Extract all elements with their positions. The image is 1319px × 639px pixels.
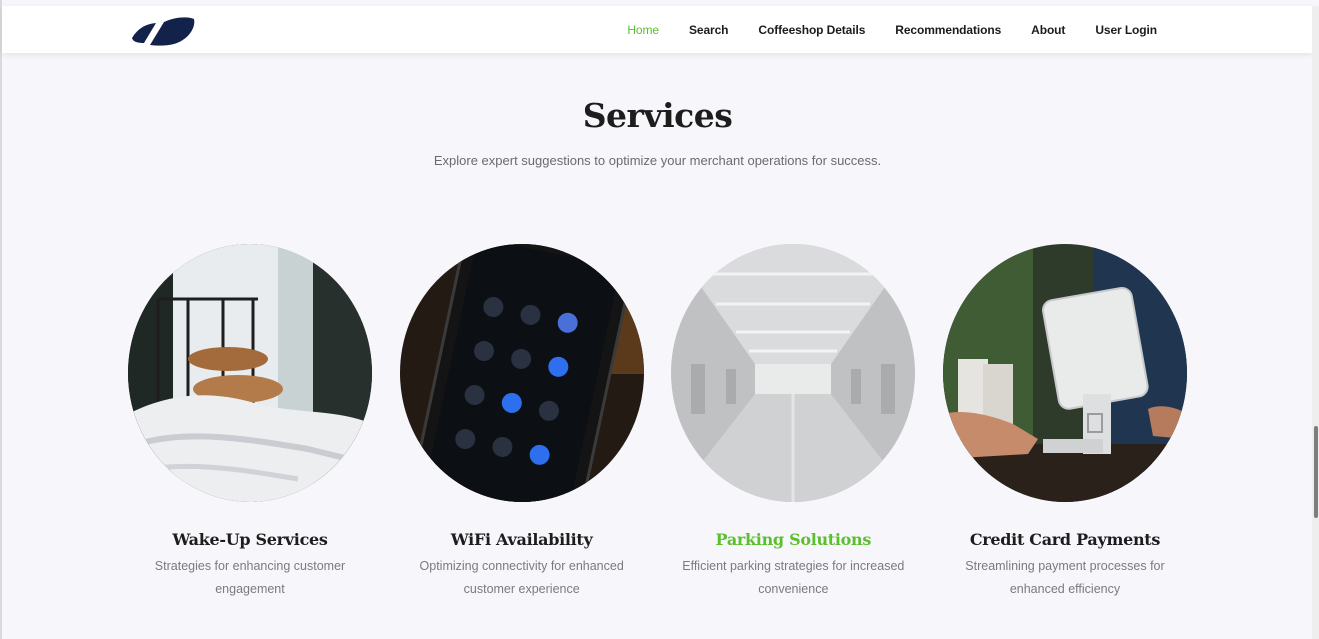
service-description: Optimizing connectivity for enhanced cus… xyxy=(419,559,624,596)
nav-coffeeshop-details[interactable]: Coffeeshop Details xyxy=(758,23,865,37)
service-title: WiFi Availability xyxy=(450,530,593,549)
nav-recommendations[interactable]: Recommendations xyxy=(895,23,1001,37)
service-card-parking[interactable]: Parking Solutions Efficient parking stra… xyxy=(658,244,928,601)
services-list: Wake-Up Services Strategies for enhancin… xyxy=(115,244,1200,601)
service-description: Streamlining payment processes for enhan… xyxy=(965,559,1165,596)
service-card-wake-up[interactable]: Wake-Up Services Strategies for enhancin… xyxy=(115,244,385,601)
brand-logo-icon[interactable] xyxy=(130,14,198,48)
section-subtitle: Explore expert suggestions to optimize y… xyxy=(433,153,882,168)
service-card-credit-card[interactable]: Credit Card Payments Streamlining paymen… xyxy=(930,244,1200,601)
nav-search[interactable]: Search xyxy=(689,23,729,37)
parking-garage-photo-icon xyxy=(671,244,916,502)
card-terminal-photo-icon xyxy=(942,244,1187,502)
smartphone-photo-icon xyxy=(399,244,644,502)
nav-home[interactable]: Home xyxy=(627,23,659,37)
service-title: Credit Card Payments xyxy=(969,530,1161,549)
top-navbar: Home Search Coffeeshop Details Recommend… xyxy=(2,6,1312,53)
nav-menu: Home Search Coffeeshop Details Recommend… xyxy=(627,6,1157,53)
nav-about[interactable]: About xyxy=(1031,23,1065,37)
service-title: Parking Solutions xyxy=(715,530,872,549)
service-title: Wake-Up Services xyxy=(172,530,328,549)
scrollbar-thumb[interactable] xyxy=(1314,426,1318,518)
service-description: Efficient parking strategies for increas… xyxy=(682,559,905,596)
service-card-wifi[interactable]: WiFi Availability Optimizing connectivit… xyxy=(387,244,657,601)
service-description: Strategies for enhancing customer engage… xyxy=(154,559,346,596)
bedroom-photo-icon xyxy=(128,244,372,502)
section-title: Services xyxy=(582,96,733,135)
nav-user-login[interactable]: User Login xyxy=(1095,23,1157,37)
